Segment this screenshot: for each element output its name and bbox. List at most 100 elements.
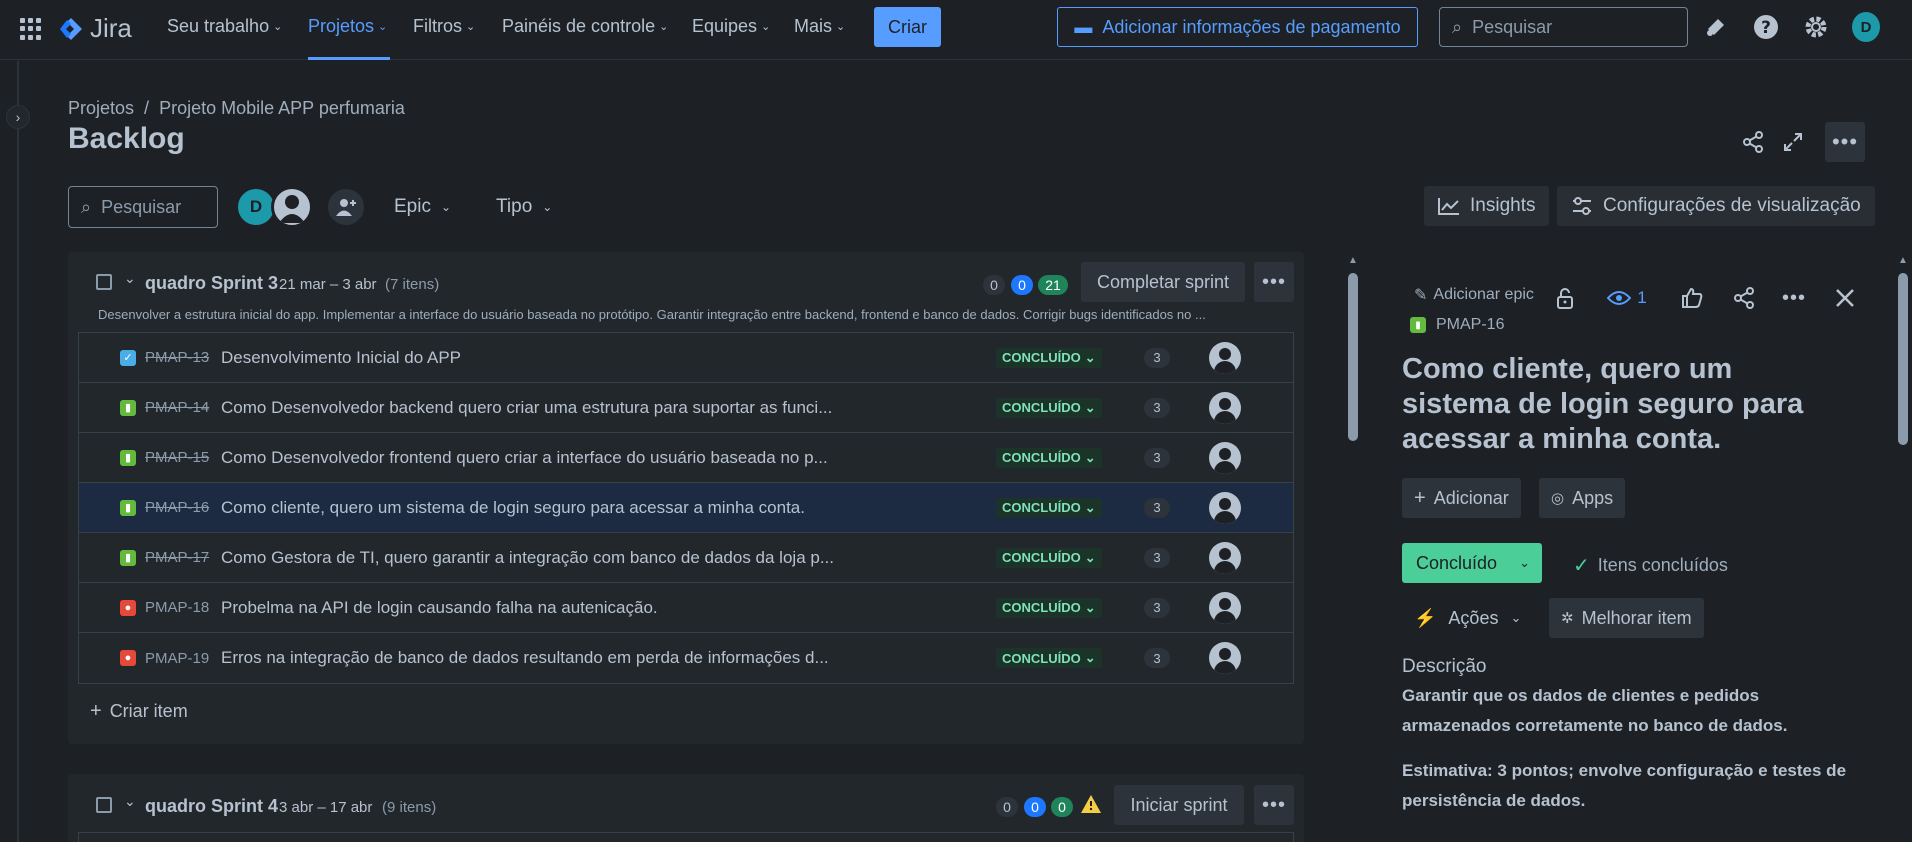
create-button[interactable]: Criar: [874, 7, 941, 47]
assignee-avatar[interactable]: [1209, 341, 1241, 374]
issue-title[interactable]: Como cliente, quero um sistema de login …: [1402, 352, 1842, 457]
issue-key[interactable]: PMAP-14: [145, 399, 209, 416]
assignee-avatar[interactable]: [1209, 541, 1241, 574]
sprint-name[interactable]: quadro Sprint 4: [145, 796, 278, 817]
sprint-more-icon[interactable]: •••: [1254, 262, 1294, 302]
panel-scrollbar[interactable]: ▲: [1897, 255, 1909, 842]
fullscreen-icon[interactable]: [1775, 124, 1811, 160]
issue-row[interactable]: ● PMAP-18 Probelma na API de login causa…: [79, 583, 1293, 633]
status-badge[interactable]: CONCLUÍDO ⌄: [996, 397, 1102, 418]
type-filter-dropdown[interactable]: Tipo ⌄: [496, 196, 552, 218]
story-points[interactable]: 3: [1144, 547, 1170, 568]
issue-row[interactable]: ▮ PMAP-14 Como Desenvolvedor backend que…: [79, 383, 1293, 433]
view-settings-button[interactable]: Configurações de visualização: [1557, 186, 1875, 226]
nav-teams[interactable]: Equipes ⌄: [692, 16, 770, 37]
description-paragraph[interactable]: Estimativa: 3 pontos; envolve configuraç…: [1402, 756, 1872, 816]
scroll-thumb[interactable]: [1348, 273, 1358, 441]
assignee-avatar[interactable]: [1209, 491, 1241, 524]
jira-logo[interactable]: Jira: [58, 13, 132, 44]
issue-key-link[interactable]: ▮ PMAP-16: [1410, 316, 1504, 334]
issue-key[interactable]: PMAP-18: [145, 599, 209, 616]
actions-dropdown[interactable]: ⚡ Ações ⌄: [1402, 598, 1533, 638]
nav-your-work[interactable]: Seu trabalho ⌄: [167, 16, 282, 37]
sprint-select-checkbox[interactable]: [96, 274, 112, 290]
backlog-search-input[interactable]: ⌕ Pesquisar: [68, 186, 218, 228]
settings-gear-icon[interactable]: [1802, 13, 1830, 41]
chevron-down-icon[interactable]: ⌄: [124, 793, 136, 810]
more-options-icon[interactable]: •••: [1778, 282, 1810, 314]
close-icon[interactable]: [1829, 282, 1861, 314]
thumbs-up-icon[interactable]: [1676, 282, 1708, 314]
status-dropdown[interactable]: Concluído ⌄: [1402, 543, 1542, 583]
issue-title[interactable]: Como Desenvolvedor frontend quero criar …: [221, 448, 828, 468]
more-options-icon[interactable]: •••: [1825, 122, 1865, 162]
avatar-unassigned[interactable]: [271, 186, 313, 228]
issue-title[interactable]: Como Gestora de TI, quero garantir a int…: [221, 548, 834, 568]
app-switcher-icon[interactable]: [20, 18, 42, 40]
story-points[interactable]: 3: [1144, 447, 1170, 468]
add-button[interactable]: + Adicionar: [1402, 478, 1521, 518]
improve-item-button[interactable]: ✲ Melhorar item: [1549, 598, 1704, 638]
story-points[interactable]: 3: [1144, 347, 1170, 368]
story-points[interactable]: 3: [1144, 497, 1170, 518]
watch-button[interactable]: 1: [1602, 282, 1652, 314]
assignee-avatar[interactable]: [1209, 391, 1241, 424]
epic-filter-dropdown[interactable]: Epic ⌄: [394, 196, 451, 218]
add-payment-button[interactable]: ▬ Adicionar informações de pagamento: [1057, 7, 1418, 47]
issue-title[interactable]: Como Desenvolvedor backend quero criar u…: [221, 398, 832, 418]
assignee-avatar[interactable]: [1209, 591, 1241, 624]
issue-key[interactable]: PMAP-19: [145, 650, 209, 667]
lock-icon[interactable]: [1549, 282, 1581, 314]
expand-sidebar-button[interactable]: ›: [6, 105, 30, 129]
share-icon[interactable]: [1728, 282, 1760, 314]
issue-key[interactable]: PMAP-17: [145, 549, 209, 566]
add-people-button[interactable]: [325, 186, 367, 228]
start-sprint-button[interactable]: Iniciar sprint: [1114, 785, 1244, 825]
nav-filters[interactable]: Filtros ⌄: [413, 16, 475, 37]
issue-title[interactable]: Erros na integração de banco de dados re…: [221, 648, 829, 668]
issue-key[interactable]: PMAP-16: [145, 499, 209, 516]
description-paragraph[interactable]: Garantir que os dados de clientes e pedi…: [1402, 681, 1872, 741]
issue-title[interactable]: Probelma na API de login causando falha …: [221, 598, 658, 618]
assignee-avatar[interactable]: [1209, 642, 1241, 674]
global-search-input[interactable]: ⌕ Pesquisar: [1439, 7, 1688, 47]
story-points[interactable]: 3: [1144, 397, 1170, 418]
breadcrumb-projects[interactable]: Projetos: [68, 98, 134, 119]
share-icon[interactable]: [1735, 124, 1771, 160]
issue-row[interactable]: ● PMAP-19 Erros na integração de banco d…: [79, 633, 1293, 683]
insights-button[interactable]: Insights: [1424, 186, 1550, 226]
issue-row[interactable]: ▮ PMAP-15 Como Desenvolvedor frontend qu…: [79, 433, 1293, 483]
chevron-down-icon[interactable]: ⌄: [124, 270, 136, 287]
add-epic-link[interactable]: ✎ Adicionar epic: [1414, 285, 1534, 305]
sprint-select-checkbox[interactable]: [96, 797, 112, 813]
status-badge[interactable]: CONCLUÍDO ⌄: [996, 648, 1102, 668]
apps-button[interactable]: ◎ Apps: [1539, 478, 1626, 518]
assignee-avatar[interactable]: [1209, 441, 1241, 474]
issue-key[interactable]: PMAP-13: [145, 349, 209, 366]
help-icon[interactable]: ?: [1752, 13, 1780, 41]
issue-row-selected[interactable]: ▮ PMAP-16 Como cliente, quero um sistema…: [79, 483, 1293, 533]
issue-title[interactable]: Como cliente, quero um sistema de login …: [221, 498, 805, 518]
status-badge[interactable]: CONCLUÍDO ⌄: [996, 547, 1102, 568]
issue-title[interactable]: Desenvolvimento Inicial do APP: [221, 348, 461, 368]
user-avatar[interactable]: D: [1852, 12, 1880, 42]
backlog-scrollbar[interactable]: ▲: [1347, 255, 1359, 842]
nav-projects[interactable]: Projetos ⌄: [308, 16, 387, 37]
status-badge[interactable]: CONCLUÍDO ⌄: [996, 347, 1102, 368]
scroll-up-arrow[interactable]: ▲: [1348, 255, 1358, 266]
status-badge[interactable]: CONCLUÍDO ⌄: [996, 497, 1102, 518]
status-badge[interactable]: CONCLUÍDO ⌄: [996, 597, 1102, 618]
breadcrumb-project[interactable]: Projeto Mobile APP perfumaria: [159, 98, 405, 119]
story-points[interactable]: 3: [1144, 597, 1170, 618]
issue-row[interactable]: ✓ PMAP-13 Desenvolvimento Inicial do APP…: [79, 333, 1293, 383]
issue-key[interactable]: PMAP-15: [145, 449, 209, 466]
complete-sprint-button[interactable]: Completar sprint: [1081, 262, 1245, 302]
sprint-name[interactable]: quadro Sprint 3: [145, 273, 278, 294]
nav-more[interactable]: Mais ⌄: [794, 16, 845, 37]
create-item-button[interactable]: + Criar item: [90, 700, 188, 723]
issue-row[interactable]: ▮ PMAP-17 Como Gestora de TI, quero gara…: [79, 533, 1293, 583]
scroll-thumb[interactable]: [1898, 273, 1908, 445]
story-points[interactable]: 3: [1144, 648, 1170, 668]
nav-dashboards[interactable]: Painéis de controle ⌄: [502, 16, 668, 37]
warning-icon[interactable]: [1080, 794, 1102, 819]
